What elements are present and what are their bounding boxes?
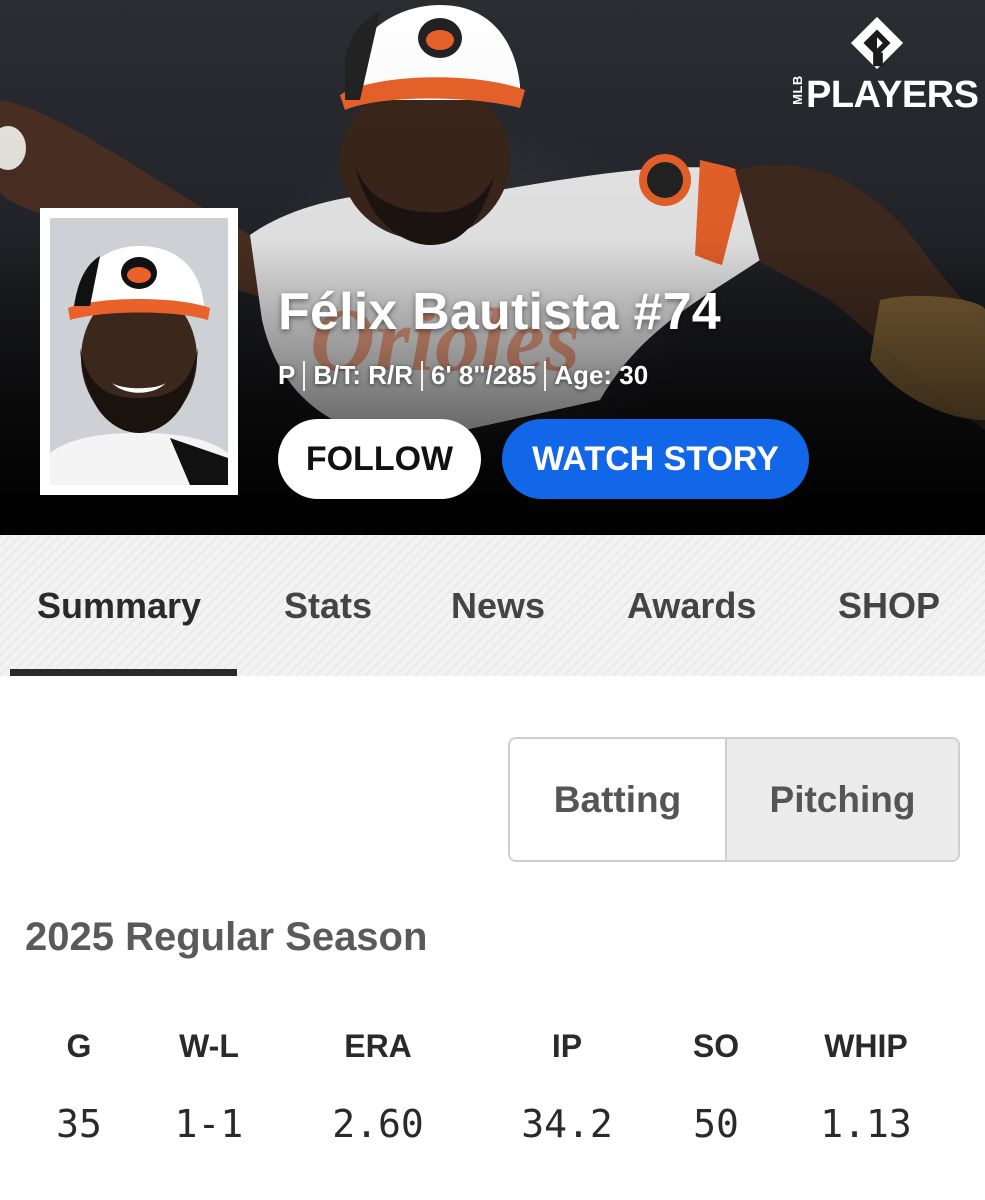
player-headshot <box>40 208 238 495</box>
tab-shop[interactable]: SHOP <box>838 585 940 627</box>
bio-divider <box>421 360 424 391</box>
stat-value-ip: 34.2 <box>521 1102 613 1146</box>
follow-button[interactable]: FOLLOW <box>278 419 481 499</box>
stat-header-ip: IP <box>551 1028 583 1064</box>
tab-news[interactable]: News <box>451 585 545 627</box>
player-age: Age: 30 <box>554 360 649 390</box>
active-tab-indicator <box>10 669 237 676</box>
bio-divider <box>303 360 306 391</box>
stat-value-so: 50 <box>693 1102 739 1146</box>
stat-value-w-l: 1-1 <box>174 1102 244 1146</box>
player-height-weight: 6' 8"/285 <box>431 360 537 390</box>
player-name: Félix Bautista #74 <box>278 283 721 341</box>
player-position: P <box>278 360 296 390</box>
stat-value-whip: 1.13 <box>820 1102 912 1146</box>
mlb-players-logo: MLB PLAYERS <box>788 14 979 116</box>
bio-divider <box>544 360 547 391</box>
segment-pitching[interactable]: Pitching <box>727 739 958 860</box>
player-hero-banner: Orioles MLB PLAYERS <box>0 0 985 535</box>
batting-pitching-toggle: Batting Pitching <box>508 737 960 862</box>
segment-batting[interactable]: Batting <box>510 739 727 860</box>
player-bats-throws: B/T: R/R <box>313 360 414 390</box>
stat-header-g: G <box>66 1028 92 1064</box>
brand-players-text: PLAYERS <box>806 74 979 116</box>
mlb-players-diamond-icon <box>850 16 904 70</box>
player-bio-line: P B/T: R/R 6' 8"/285 Age: 30 <box>278 360 648 391</box>
watch-story-button[interactable]: WATCH STORY <box>502 419 809 499</box>
stat-header-so: SO <box>692 1028 740 1064</box>
stat-header-whip: WHIP <box>824 1028 908 1064</box>
season-title: 2025 Regular Season <box>25 915 428 959</box>
stat-header-era: ERA <box>344 1028 412 1064</box>
stat-value-g: 35 <box>56 1102 102 1146</box>
stat-header-w-l: W-L <box>179 1028 239 1064</box>
tab-summary[interactable]: Summary <box>37 585 201 627</box>
tab-awards[interactable]: Awards <box>627 585 756 627</box>
tab-stats[interactable]: Stats <box>284 585 372 627</box>
stat-value-era: 2.60 <box>332 1102 424 1146</box>
player-tab-bar: Summary Stats News Awards SHOP <box>0 535 985 676</box>
headshot-portrait-image <box>50 218 228 485</box>
